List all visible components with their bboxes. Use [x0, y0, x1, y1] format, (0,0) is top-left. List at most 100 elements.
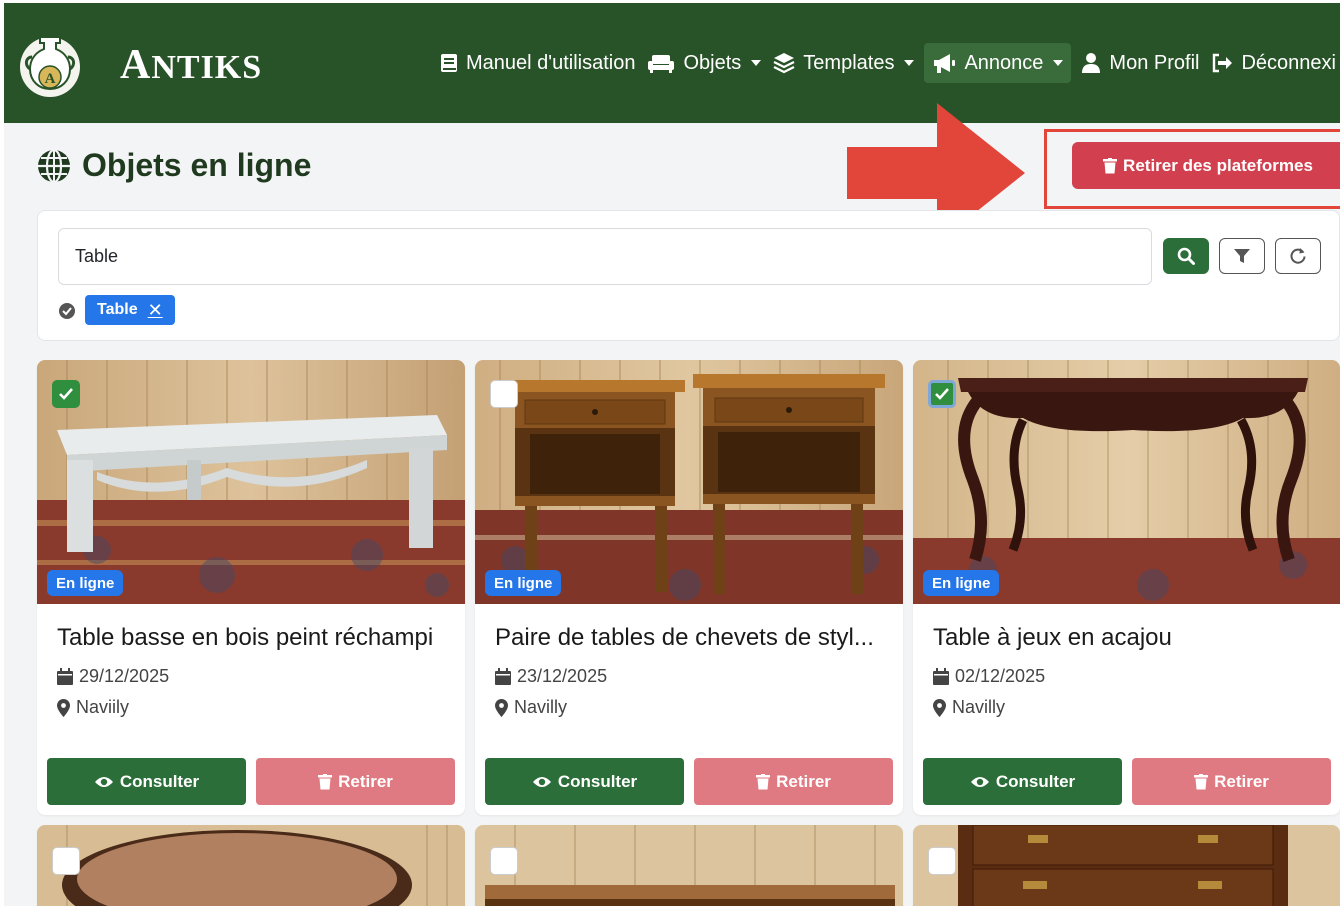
remove-label: Retirer	[1214, 771, 1269, 791]
eye-icon	[532, 776, 551, 787]
consult-button[interactable]: Consulter	[47, 758, 246, 805]
nav-manuel-label: Manuel d'utilisation	[466, 51, 636, 74]
remove-from-platforms-button[interactable]: Retirer des plateformes	[1072, 142, 1340, 189]
status-badge: En ligne	[47, 570, 124, 596]
refresh-icon	[1290, 248, 1306, 264]
filter-icon	[1234, 249, 1250, 263]
object-card	[913, 825, 1340, 906]
trash-icon	[756, 773, 771, 789]
nav-profil[interactable]: Mon Profil	[1075, 43, 1205, 83]
chip-label: Table	[97, 301, 138, 318]
remove-label: Retirer	[338, 771, 393, 791]
search-input[interactable]	[58, 228, 1152, 285]
object-date: 23/12/2025	[495, 666, 607, 687]
object-photo[interactable]	[37, 360, 465, 604]
nightstands-photo	[475, 360, 903, 604]
coffee-table-photo	[37, 360, 465, 604]
chip-remove-icon[interactable]: ✕	[148, 300, 163, 321]
search-icon	[1177, 247, 1195, 265]
book-icon	[441, 54, 457, 72]
main-nav: Manuel d'utilisation Objets Templates An…	[434, 43, 1340, 83]
object-card	[475, 825, 903, 906]
consult-button[interactable]: Consulter	[923, 758, 1122, 805]
chevron-down-icon	[1053, 60, 1064, 66]
top-navbar: A ANTIKS Manuel d'utilisation Objets Tem…	[4, 3, 1340, 123]
calendar-icon	[57, 668, 73, 685]
chest-of-drawers-photo[interactable]	[913, 825, 1340, 906]
chevron-down-icon	[751, 60, 762, 66]
eye-icon	[94, 776, 113, 787]
object-title: Table basse en bois peint réchampi	[57, 624, 434, 651]
object-card: En ligne Table à jeux en acajou 02/12/20…	[913, 360, 1340, 815]
app-frame: A ANTIKS Manuel d'utilisation Objets Tem…	[4, 3, 1340, 906]
nav-annonce[interactable]: Annonce	[924, 43, 1072, 83]
nav-objets[interactable]: Objets	[641, 43, 767, 83]
filter-button[interactable]	[1219, 238, 1265, 274]
object-date: 02/12/2025	[933, 666, 1045, 687]
status-badge: En ligne	[923, 570, 1000, 596]
map-pin-icon	[495, 698, 508, 717]
checkmark-icon	[59, 388, 73, 400]
object-location: Naviily	[57, 697, 129, 718]
amphora-logo-icon[interactable]: A	[14, 27, 86, 99]
map-pin-icon	[933, 698, 946, 717]
select-checkbox[interactable]	[52, 847, 80, 875]
nav-templates[interactable]: Templates	[767, 43, 920, 83]
couch-icon	[648, 55, 675, 73]
object-title: Table à jeux en acajou	[933, 624, 1172, 651]
object-location: Navilly	[495, 697, 567, 718]
remove-label: Retirer	[776, 771, 831, 791]
object-photo[interactable]	[475, 360, 903, 604]
nav-annonce-label: Annonce	[964, 51, 1044, 74]
check-circle-icon	[59, 303, 75, 319]
console-photo[interactable]	[475, 825, 903, 906]
remove-button[interactable]: Retirer	[694, 758, 893, 805]
nav-objets-label: Objets	[683, 51, 742, 74]
object-title: Paire de tables de chevets de styl...	[495, 624, 874, 651]
search-button[interactable]	[1163, 238, 1209, 274]
trash-icon	[318, 773, 333, 789]
object-location-text: Navilly	[514, 697, 568, 717]
consult-label: Consulter	[995, 771, 1076, 791]
remove-from-platforms-label: Retirer des plateformes	[1123, 155, 1313, 175]
object-photo[interactable]	[913, 360, 1340, 604]
round-table-photo[interactable]	[37, 825, 465, 906]
consult-button[interactable]: Consulter	[485, 758, 684, 805]
brand-initial: A	[120, 42, 152, 88]
calendar-icon	[495, 668, 511, 685]
search-panel: Table ✕	[37, 210, 1340, 341]
megaphone-icon	[934, 54, 956, 73]
game-table-photo	[913, 360, 1340, 604]
brand-rest: NTIKS	[151, 49, 263, 86]
reset-button[interactable]	[1275, 238, 1321, 274]
brand-name[interactable]: ANTIKS	[120, 41, 262, 89]
nav-deconnexion[interactable]: Déconnexi	[1205, 43, 1340, 83]
consult-label: Consulter	[557, 771, 638, 791]
select-checkbox[interactable]	[490, 380, 518, 408]
trash-icon	[1194, 773, 1209, 789]
remove-button[interactable]: Retirer	[256, 758, 455, 805]
nav-profil-label: Mon Profil	[1109, 51, 1200, 74]
select-checkbox[interactable]	[490, 847, 518, 875]
object-date-text: 29/12/2025	[79, 666, 170, 686]
consult-label: Consulter	[119, 771, 200, 791]
active-filter-chip[interactable]: Table ✕	[85, 295, 175, 325]
user-icon	[1082, 53, 1101, 73]
select-checkbox[interactable]	[928, 847, 956, 875]
page-title-text: Objets en ligne	[82, 147, 312, 183]
select-checkbox[interactable]	[52, 380, 80, 408]
logout-icon	[1213, 53, 1233, 73]
object-date-text: 23/12/2025	[517, 666, 608, 686]
select-checkbox[interactable]	[928, 380, 956, 408]
object-card: En ligne Paire de tables de chevets de s…	[475, 360, 903, 815]
chevron-down-icon	[904, 60, 915, 66]
object-date: 29/12/2025	[57, 666, 169, 687]
object-card	[37, 825, 465, 906]
object-location-text: Naviily	[76, 697, 130, 717]
object-date-text: 02/12/2025	[955, 666, 1046, 686]
nav-manuel[interactable]: Manuel d'utilisation	[434, 43, 641, 83]
logo-letter: A	[45, 71, 56, 87]
eye-icon	[970, 776, 989, 787]
remove-button[interactable]: Retirer	[1132, 758, 1331, 805]
calendar-icon	[933, 668, 949, 685]
